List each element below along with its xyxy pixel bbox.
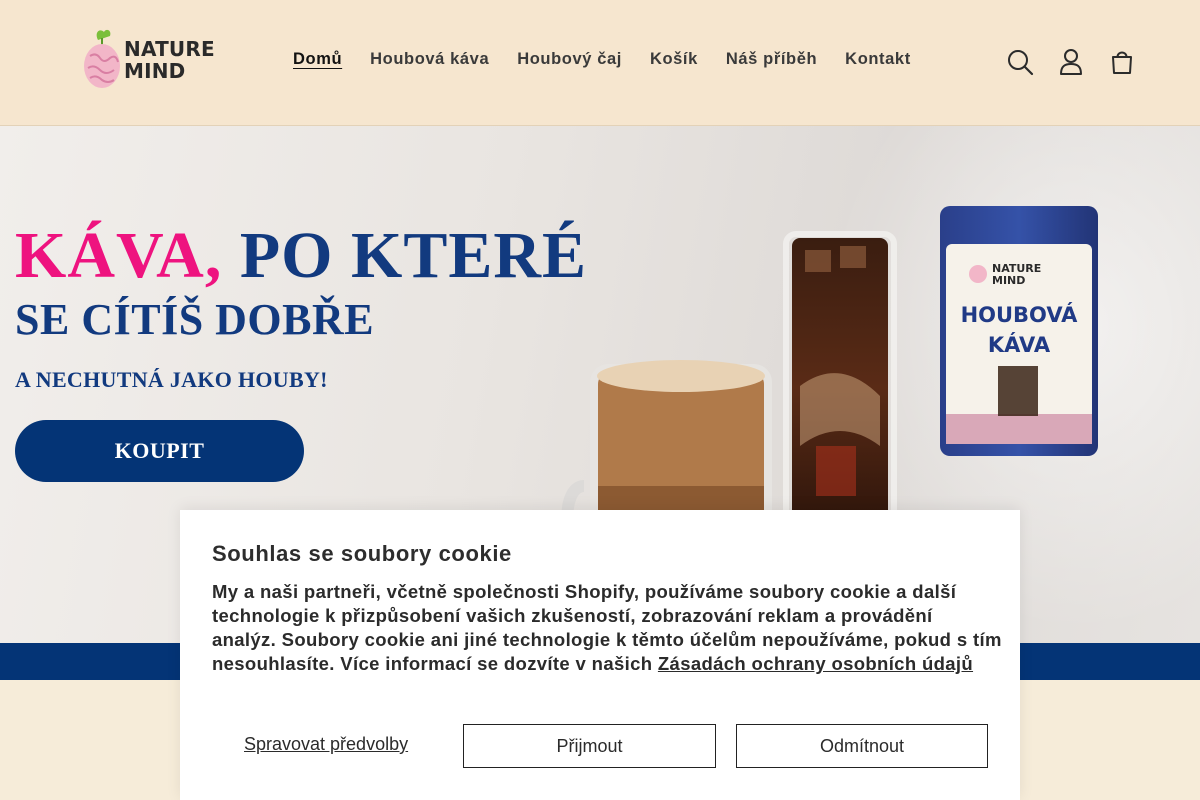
cookie-description: My a naši partneři, včetně společnosti S…	[212, 580, 1002, 676]
cookie-title: Souhlas se soubory cookie	[212, 541, 512, 566]
hero-tagline: A NECHUTNÁ JAKO HOUBY!	[15, 367, 328, 392]
site-header: NATURE MIND Domů Houbová káva Houbový ča…	[0, 0, 1200, 126]
hero-subheadline: SE CÍTÍŠ DOBŘE	[15, 295, 375, 344]
nav-item-home[interactable]: Domů	[279, 50, 356, 69]
nav-item-contact[interactable]: Kontakt	[831, 50, 925, 69]
account-icon[interactable]	[1053, 44, 1089, 80]
nature-mind-logo[interactable]: NATURE MIND	[82, 28, 232, 92]
accept-cookies-button[interactable]: Přijmout	[463, 724, 716, 768]
package-title-line-1: HOUBOVÁ	[961, 302, 1079, 327]
decline-cookies-button[interactable]: Odmítnout	[736, 724, 988, 768]
cart-icon[interactable]	[1104, 44, 1140, 80]
iced-coffee-glass	[783, 231, 897, 547]
search-icon[interactable]	[1002, 44, 1038, 80]
logo-line-2: MIND	[124, 59, 186, 83]
main-nav: Domů Houbová káva Houbový čaj Košík Náš …	[279, 50, 925, 69]
logo-wordmark: NATURE MIND	[124, 38, 215, 82]
cookie-consent-dialog: Souhlas se soubory cookie My a naši part…	[180, 510, 1020, 800]
buy-button[interactable]: KOUPIT	[15, 420, 304, 482]
nav-item-our-story[interactable]: Náš příběh	[712, 50, 831, 69]
mushroom-coffee-package: NATURE MIND HOUBOVÁ KÁVA	[940, 206, 1098, 456]
package-title-line-2: KÁVA	[988, 332, 1051, 357]
brain-logo-icon	[84, 29, 120, 88]
headline-pink-word: KÁVA,	[15, 219, 223, 292]
package-brand-line-2: MIND	[992, 274, 1025, 287]
nav-item-cart[interactable]: Košík	[636, 50, 712, 69]
manage-preferences-link[interactable]: Spravovat předvolby	[244, 734, 408, 755]
privacy-policy-link[interactable]: Zásadách ochrany osobních údajů	[658, 653, 973, 674]
logo-line-1: NATURE	[124, 37, 215, 61]
headline-blue-words: PO KTERÉ	[239, 219, 588, 292]
nav-item-mushroom-tea[interactable]: Houbový čaj	[503, 50, 636, 69]
hero-headline: KÁVA, PO KTERÉ	[15, 216, 587, 296]
nav-item-mushroom-coffee[interactable]: Houbová káva	[356, 50, 503, 69]
